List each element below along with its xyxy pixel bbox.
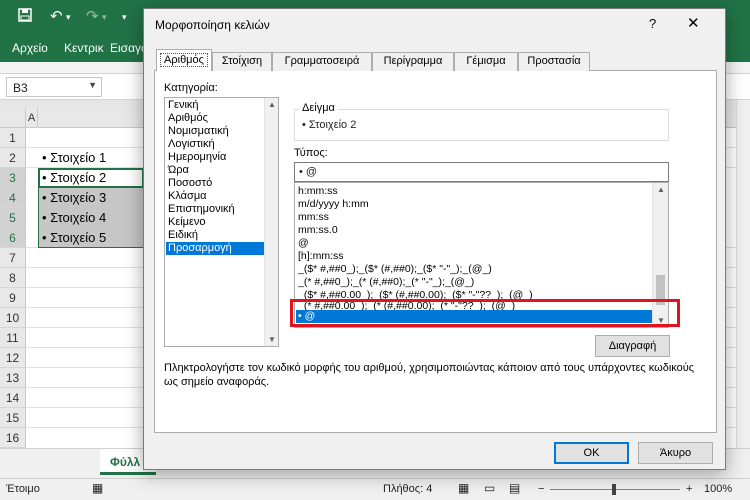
cancel-button[interactable]: Άκυρο <box>638 442 713 464</box>
row-header[interactable]: 9 <box>0 288 26 308</box>
sample-value: • Στοιχείο 2 <box>302 119 357 131</box>
ok-button[interactable]: OK <box>554 442 629 464</box>
close-icon[interactable]: ✕ <box>687 14 700 32</box>
row-header[interactable]: 1 <box>0 128 26 148</box>
scroll-up-icon[interactable]: ▲ <box>657 185 665 194</box>
category-item[interactable]: Νομισματική <box>166 125 265 138</box>
tab-alignment[interactable]: Στοίχιση <box>212 52 272 71</box>
row-header[interactable]: 3 <box>0 168 26 188</box>
page-layout-icon[interactable]: ▭ <box>484 481 495 495</box>
tab-font[interactable]: Γραμματοσειρά <box>272 52 372 71</box>
ribbon-tab-file[interactable]: Αρχείο <box>12 41 48 55</box>
row-header[interactable]: 14 <box>0 388 26 408</box>
number-tab-panel: Κατηγορία: Γενική Αριθμός Νομισματική Λο… <box>154 71 717 433</box>
row-header[interactable]: 7 <box>0 248 26 268</box>
cell-b2[interactable]: • Στοιχείο 1 <box>38 148 144 168</box>
format-item[interactable]: m/d/yyyy h:mm <box>296 198 652 211</box>
name-box[interactable]: B3 ▼ <box>6 77 102 97</box>
undo-icon[interactable]: ↶ <box>50 8 63 26</box>
tab-fill[interactable]: Γέμισμα <box>454 52 518 71</box>
category-item[interactable]: Κείμενο <box>166 216 265 229</box>
category-item[interactable]: Γενική <box>166 99 265 112</box>
customize-qat-icon[interactable]: ▾ <box>122 8 127 26</box>
format-item[interactable]: _(* #,##0_);_(* (#,##0);_(* "-"_);_(@_) <box>296 276 652 289</box>
column-header-a[interactable]: A <box>26 108 38 128</box>
normal-view-icon[interactable]: ▦ <box>458 481 469 495</box>
status-ready: Έτοιμο <box>6 483 40 495</box>
row-header[interactable]: 16 <box>0 428 26 448</box>
zoom-slider-thumb[interactable] <box>612 484 616 495</box>
name-box-value: B3 <box>13 81 28 95</box>
redo-icon[interactable]: ↷ <box>86 8 99 26</box>
format-item[interactable]: @ <box>296 237 652 250</box>
tab-protection[interactable]: Προστασία <box>518 52 590 71</box>
format-item[interactable]: mm:ss <box>296 211 652 224</box>
scroll-down-icon[interactable]: ▼ <box>268 335 276 344</box>
redo-dropdown-icon[interactable]: ▾ <box>102 8 107 26</box>
format-cells-dialog: Μορφοποίηση κελιών ? ✕ Αριθμός Στοίχιση … <box>143 8 726 470</box>
highlight-annotation <box>290 299 680 327</box>
type-input[interactable]: • @ <box>294 162 669 182</box>
category-item[interactable]: Επιστημονική <box>166 203 265 216</box>
delete-button[interactable]: Διαγραφή <box>595 335 670 357</box>
save-icon[interactable] <box>18 8 32 27</box>
category-item-custom[interactable]: Προσαρμογή <box>166 242 265 255</box>
select-all-corner[interactable] <box>0 108 26 128</box>
row-header[interactable]: 15 <box>0 408 26 428</box>
status-count: Πλήθος: 4 <box>383 483 433 495</box>
row-header[interactable]: 4 <box>0 188 26 208</box>
category-item[interactable]: Ημερομηνία <box>166 151 265 164</box>
row-header[interactable]: 13 <box>0 368 26 388</box>
status-bar: Έτοιμο ▦ Πλήθος: 4 ▦ ▭ ▤ − + 100% <box>0 478 750 500</box>
category-item[interactable]: Λογιστική <box>166 138 265 151</box>
category-item[interactable]: Αριθμός <box>166 112 265 125</box>
tab-number[interactable]: Αριθμός <box>156 49 212 72</box>
worksheet-scrollbar[interactable] <box>736 100 750 448</box>
sample-group: Δείγμα • Στοιχείο 2 <box>294 102 669 141</box>
row-header[interactable]: 5 <box>0 208 26 228</box>
help-button[interactable]: ? <box>649 16 656 31</box>
description-text: Πληκτρολογήστε τον κωδικό μορφής του αρι… <box>164 362 695 388</box>
row-header[interactable]: 6 <box>0 228 26 248</box>
category-list[interactable]: Γενική Αριθμός Νομισματική Λογιστική Ημε… <box>164 97 279 347</box>
macro-record-icon[interactable]: ▦ <box>92 481 103 495</box>
category-item[interactable]: Κλάσμα <box>166 190 265 203</box>
tab-number-label: Αριθμός <box>160 53 208 67</box>
row-header[interactable]: 10 <box>0 308 26 328</box>
category-item[interactable]: Ποσοστό <box>166 177 265 190</box>
row-header[interactable]: 8 <box>0 268 26 288</box>
sample-label: Δείγμα <box>299 102 338 114</box>
format-item[interactable]: h:mm:ss <box>296 185 652 198</box>
chevron-down-icon[interactable]: ▼ <box>88 80 97 90</box>
category-item[interactable]: Ειδική <box>166 229 265 242</box>
zoom-out-icon[interactable]: − <box>538 483 544 495</box>
row-header[interactable]: 2 <box>0 148 26 168</box>
row-header[interactable]: 12 <box>0 348 26 368</box>
page-break-icon[interactable]: ▤ <box>509 481 520 495</box>
dialog-title: Μορφοποίηση κελιών <box>155 18 270 32</box>
zoom-level[interactable]: 100% <box>704 483 732 495</box>
tab-border[interactable]: Περίγραμμα <box>372 52 454 71</box>
scroll-up-icon[interactable]: ▲ <box>268 100 276 109</box>
format-item[interactable]: mm:ss.0 <box>296 224 652 237</box>
dialog-tabs: Αριθμός Στοίχιση Γραμματοσειρά Περίγραμμ… <box>154 49 717 72</box>
category-scrollbar[interactable]: ▲ ▼ <box>264 98 278 346</box>
selection-border <box>38 168 148 248</box>
category-item[interactable]: Ώρα <box>166 164 265 177</box>
zoom-in-icon[interactable]: + <box>686 483 692 495</box>
undo-dropdown-icon[interactable]: ▾ <box>66 8 71 26</box>
format-item[interactable]: _($* #,##0_);_($* (#,##0);_($* "-"_);_(@… <box>296 263 652 276</box>
ribbon-tab-home[interactable]: Κεντρικ <box>64 41 104 55</box>
row-header[interactable]: 11 <box>0 328 26 348</box>
type-label: Τύπος: <box>294 147 328 159</box>
format-item[interactable]: [h]:mm:ss <box>296 250 652 263</box>
category-label: Κατηγορία: <box>164 82 218 94</box>
